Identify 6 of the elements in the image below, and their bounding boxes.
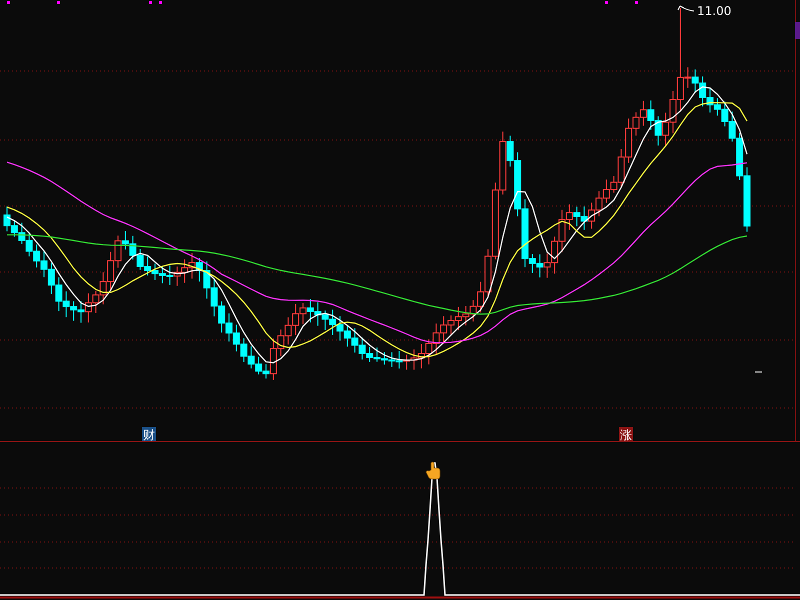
- event-marker: 涨: [619, 427, 633, 442]
- edge-badge: [795, 22, 800, 39]
- hand-pointer-icon: [426, 462, 440, 480]
- high-price-label: 11.00: [697, 4, 732, 18]
- event-marker: 财: [142, 427, 156, 442]
- pointer-arrow-icon: [678, 6, 694, 12]
